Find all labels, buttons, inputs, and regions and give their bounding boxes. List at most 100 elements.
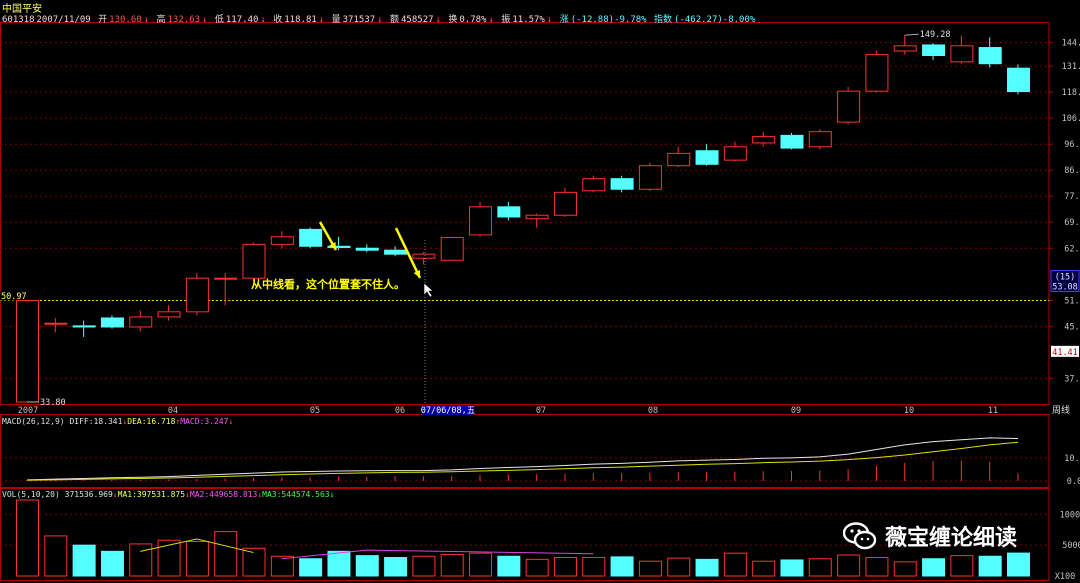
candle-body xyxy=(440,236,464,261)
close-value: 118.81 xyxy=(284,15,317,25)
volume-bar xyxy=(752,560,776,577)
candle-body xyxy=(44,322,68,325)
low-marker: 33.80 xyxy=(40,398,66,408)
price-axis-label: 96.00 xyxy=(1064,140,1080,150)
candle-body xyxy=(469,206,493,236)
candle-body xyxy=(214,277,238,280)
candle-body xyxy=(412,253,436,259)
price-panel-frame xyxy=(0,22,1050,405)
price-axis-label: 131.69 xyxy=(1062,62,1080,72)
price-axis-label: 77.76 xyxy=(1064,192,1080,202)
candle-body xyxy=(185,277,209,313)
price-axis-label: 106.67 xyxy=(1062,114,1080,124)
high-marker-line xyxy=(904,33,919,36)
macd-dea: DEA:16.718 xyxy=(127,417,176,426)
candle-body xyxy=(695,150,719,165)
volume-bar xyxy=(129,543,153,577)
macd-axis-label: 10.00 xyxy=(1064,454,1080,464)
volume-bar xyxy=(837,554,861,577)
volume-bar xyxy=(270,555,294,577)
candle-body xyxy=(299,228,323,247)
time-axis-label: 06 xyxy=(395,406,405,416)
volume-bar xyxy=(327,550,351,577)
candle-body xyxy=(723,146,747,161)
volume-bar xyxy=(808,558,832,577)
price-axis-label: 62.99 xyxy=(1064,244,1080,254)
volume-bar xyxy=(440,553,464,577)
candle-body xyxy=(270,236,294,245)
vol-ma3: MA3:544574.563 xyxy=(262,490,330,499)
volume-bar xyxy=(355,555,379,577)
time-axis-label: 09 xyxy=(791,406,801,416)
volume-bar xyxy=(638,560,662,577)
volume-legend: VOL(5,10,20) 371536.969↓MA1:397531.875↓M… xyxy=(2,490,335,499)
candle-body xyxy=(752,136,776,144)
price-axis-label: 51.02 xyxy=(1064,296,1080,306)
cursor-date: 07/06/08,五 xyxy=(421,406,476,416)
candle-body xyxy=(582,178,606,192)
stock-code: 601318 xyxy=(2,15,35,25)
vol-ma2: MA2:449658.813 xyxy=(189,490,258,499)
candle-body xyxy=(638,165,662,190)
time-axis-label: 2007 xyxy=(18,406,38,416)
volume-bar xyxy=(780,559,804,577)
volume-bar xyxy=(157,539,181,577)
candle-body xyxy=(553,191,577,216)
wechat-icon xyxy=(843,522,877,550)
volume-bar xyxy=(865,557,889,577)
volume-bar xyxy=(667,557,691,577)
candle-body xyxy=(497,206,521,218)
volume-bar xyxy=(412,555,436,577)
volume-bar xyxy=(525,558,549,577)
candle-body xyxy=(893,45,917,52)
time-axis-label: 10 xyxy=(904,406,914,416)
volume-bar xyxy=(1007,552,1030,577)
vol-axis-unit: X100 xyxy=(1055,572,1075,582)
candle-body xyxy=(865,54,889,92)
watermark: 薇宝缠论细读 xyxy=(843,520,1017,552)
volume-bar xyxy=(922,558,946,577)
macd-axis-label: 0.00 xyxy=(1067,477,1080,487)
volume-bar xyxy=(497,555,521,577)
vol-axis-label: 100000 xyxy=(1060,510,1080,520)
candle-body xyxy=(242,243,266,279)
candle-body xyxy=(72,325,96,328)
time-axis-label: 04 xyxy=(168,406,178,416)
candle-body xyxy=(16,300,39,403)
change-value: (-12.88)-9.78% xyxy=(570,15,647,25)
mouse-cursor-icon xyxy=(423,282,434,298)
period-label: 周线 xyxy=(1052,404,1070,416)
price-axis-label: 118.52 xyxy=(1062,88,1080,98)
volume-bar xyxy=(100,550,124,577)
candle-body xyxy=(922,44,946,56)
volume-bar xyxy=(978,555,1002,577)
volume-bar xyxy=(299,558,323,577)
candle-body xyxy=(808,131,832,148)
high-marker: 149.28 xyxy=(920,30,951,40)
candle-body xyxy=(1007,67,1030,93)
quote-date: 2007/11/09 xyxy=(36,15,91,25)
macd-value: MACD:3.247 xyxy=(180,417,229,426)
macd-diff: DIFF:18.341 xyxy=(69,417,123,426)
annotation-text: 从中线看，这个位置套不住人。 xyxy=(251,278,405,291)
low-value: 117.40 xyxy=(225,15,259,25)
volume-bar xyxy=(553,557,577,577)
current-price-tag: 41.41 xyxy=(1052,348,1078,358)
volume-bar xyxy=(582,557,606,577)
volume-bar xyxy=(214,531,238,577)
period-badge: (15) xyxy=(1055,273,1075,283)
index-value: (-462.27)-8.00% xyxy=(674,15,756,25)
watermark-text: 薇宝缠论细读 xyxy=(885,526,1018,551)
volume-bar xyxy=(185,540,209,577)
candle-body xyxy=(100,317,124,328)
candle-body xyxy=(129,316,153,328)
macd-dea-line xyxy=(26,441,1019,481)
candle-body xyxy=(780,134,804,149)
turnover-value: 0.78% xyxy=(459,15,487,25)
time-axis-label: 07 xyxy=(536,406,546,416)
amount-value: 458527 xyxy=(401,15,434,25)
candle-body xyxy=(667,152,691,167)
candle-body xyxy=(157,311,181,318)
volume-bar xyxy=(723,552,747,577)
volume-bar xyxy=(384,557,408,577)
